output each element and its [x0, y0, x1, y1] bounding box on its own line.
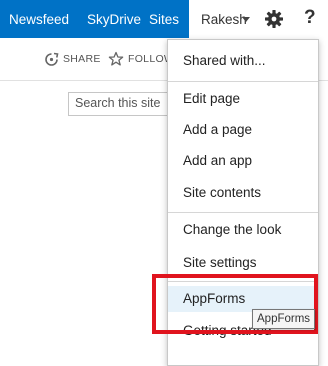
menu-separator — [168, 212, 318, 213]
help-button[interactable]: ? — [292, 0, 328, 38]
help-icon: ? — [304, 7, 316, 28]
user-menu-button[interactable]: Rakesh — [189, 0, 256, 38]
nav-link-skydrive[interactable]: SkyDrive — [87, 10, 141, 30]
star-icon — [108, 51, 124, 66]
menu-separator — [168, 81, 318, 82]
suite-bar: Newsfeed SkyDrive Sites Rakesh ? — [0, 0, 328, 38]
menu-item-edit-page[interactable]: Edit page — [168, 86, 318, 112]
settings-button[interactable] — [256, 0, 292, 38]
search-placeholder: Search this site — [75, 96, 161, 110]
share-button[interactable]: SHARE — [63, 53, 101, 65]
nav-link-sites[interactable]: Sites — [149, 10, 179, 30]
gear-icon — [265, 10, 283, 28]
share-icon — [45, 52, 59, 66]
menu-item-add-a-page[interactable]: Add a page — [168, 117, 318, 143]
tooltip: AppForms — [252, 309, 316, 329]
menu-item-change-the-look[interactable]: Change the look — [168, 217, 318, 243]
chevron-down-icon — [242, 17, 250, 22]
menu-item-add-an-app[interactable]: Add an app — [168, 148, 318, 174]
menu-item-site-settings[interactable]: Site settings — [168, 250, 318, 276]
user-name: Rakesh — [201, 12, 247, 27]
nav-link-newsfeed[interactable]: Newsfeed — [9, 10, 69, 30]
menu-item-site-contents[interactable]: Site contents — [168, 180, 318, 206]
menu-item-shared-with[interactable]: Shared with... — [168, 48, 318, 74]
